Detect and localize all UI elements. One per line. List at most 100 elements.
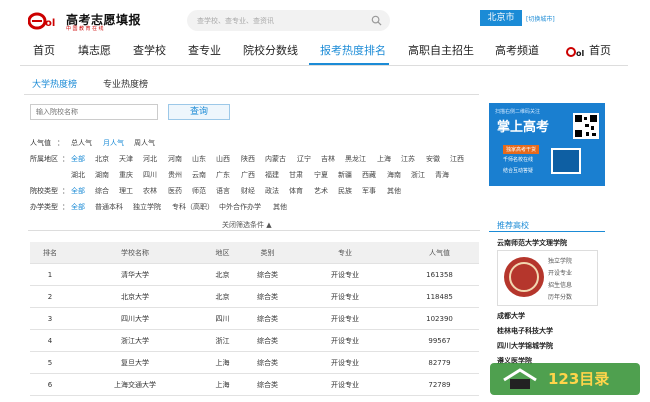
filter-option[interactable]: 重庆 bbox=[119, 170, 133, 180]
nav-gaokao-channel[interactable]: 高考频道 bbox=[495, 42, 539, 58]
filter-option[interactable]: 湖北 bbox=[71, 170, 85, 180]
filter-option[interactable]: 综合 bbox=[95, 186, 109, 196]
filter-option[interactable]: 西藏 bbox=[362, 170, 376, 180]
filter-option[interactable]: 河南 bbox=[168, 154, 182, 164]
nav-score-line[interactable]: 院校分数线 bbox=[243, 42, 298, 58]
nav-fill-application[interactable]: 填志愿 bbox=[78, 42, 111, 58]
filter-option[interactable]: 广东 bbox=[216, 170, 230, 180]
filter-option[interactable]: 陕西 bbox=[241, 154, 255, 164]
filter-option[interactable]: 宁夏 bbox=[314, 170, 328, 180]
filter-option[interactable]: 江苏 bbox=[401, 154, 415, 164]
nav-eol-home[interactable]: 首页 bbox=[589, 42, 611, 58]
filter-option[interactable]: 理工 bbox=[119, 186, 133, 196]
majors-link[interactable]: 开设专业 bbox=[290, 330, 400, 352]
majors-link[interactable]: 开设专业 bbox=[290, 352, 400, 374]
recommend-link[interactable]: 招生信息 bbox=[548, 280, 572, 289]
eol-logo-icon[interactable]: ol bbox=[566, 46, 588, 58]
filter-option[interactable]: 广西 bbox=[241, 170, 255, 180]
filter-option[interactable]: 农林 bbox=[143, 186, 157, 196]
majors-link[interactable]: 开设专业 bbox=[290, 264, 400, 286]
filter-option[interactable]: 河北 bbox=[143, 154, 157, 164]
filter-option[interactable]: 全部 bbox=[71, 202, 85, 212]
school-name-link[interactable]: 浙江大学 bbox=[70, 330, 200, 352]
filter-option[interactable]: 天津 bbox=[119, 154, 133, 164]
filter-option[interactable]: 新疆 bbox=[338, 170, 352, 180]
school-name-link[interactable]: 四川大学 bbox=[70, 308, 200, 330]
recommend-school-link[interactable]: 桂林电子科技大学 bbox=[497, 326, 553, 336]
nav-vocational-admission[interactable]: 高职自主招生 bbox=[408, 42, 474, 58]
recommend-link[interactable]: 历年分数 bbox=[548, 292, 572, 301]
school-name-link[interactable]: 清华大学 bbox=[70, 264, 200, 286]
filter-option[interactable]: 云南 bbox=[192, 170, 206, 180]
school-name-field[interactable] bbox=[30, 104, 158, 120]
school-seal-icon[interactable] bbox=[504, 257, 544, 297]
filter-option[interactable]: 吉林 bbox=[321, 154, 335, 164]
filter-option[interactable]: 普通本科 bbox=[95, 202, 123, 212]
filter-option[interactable]: 语言 bbox=[216, 186, 230, 196]
nav-search-major[interactable]: 查专业 bbox=[188, 42, 221, 58]
tab-major-ranking[interactable]: 专业热度榜 bbox=[103, 77, 148, 90]
filter-option[interactable]: 内蒙古 bbox=[265, 154, 286, 164]
filter-option[interactable]: 江西 bbox=[450, 154, 464, 164]
school-name-input[interactable] bbox=[31, 105, 157, 119]
filter-option[interactable]: 总人气 bbox=[71, 138, 92, 148]
query-button[interactable]: 查询 bbox=[168, 104, 230, 120]
close-filter-toggle[interactable]: 关闭筛选条件 ▲ bbox=[222, 220, 272, 230]
filter-option[interactable]: 其他 bbox=[273, 202, 287, 212]
filter-option[interactable]: 辽宁 bbox=[297, 154, 311, 164]
app-ad-banner[interactable]: 扫描右侧二维码关注 掌上高考 独家高考干货 千师名校在线 结合互动答疑 bbox=[489, 103, 605, 186]
filter-option[interactable]: 福建 bbox=[265, 170, 279, 180]
filter-option[interactable]: 湖南 bbox=[95, 170, 109, 180]
school-name-link[interactable]: 北京大学 bbox=[70, 286, 200, 308]
majors-link[interactable]: 开设专业 bbox=[290, 374, 400, 396]
filter-option[interactable]: 周人气 bbox=[134, 138, 155, 148]
filter-option[interactable]: 政法 bbox=[265, 186, 279, 196]
filter-option[interactable]: 青海 bbox=[435, 170, 449, 180]
filter-option[interactable]: 海南 bbox=[387, 170, 401, 180]
filter-option[interactable]: 全部 bbox=[71, 186, 85, 196]
filter-option[interactable]: 其他 bbox=[387, 186, 401, 196]
filter-option[interactable]: 民族 bbox=[338, 186, 352, 196]
switch-city-link[interactable]: [切换城市] bbox=[526, 14, 555, 23]
school-name-link[interactable]: 复旦大学 bbox=[70, 352, 200, 374]
filter-option[interactable]: 师范 bbox=[192, 186, 206, 196]
majors-link[interactable]: 开设专业 bbox=[290, 286, 400, 308]
nav-search-school[interactable]: 查学校 bbox=[133, 42, 166, 58]
filter-option[interactable]: 专科（高职） bbox=[172, 202, 214, 212]
city-button[interactable]: 北京市 bbox=[480, 10, 522, 26]
recommend-school-link[interactable]: 成都大学 bbox=[497, 311, 525, 321]
filter-option[interactable]: 月人气 bbox=[103, 138, 124, 148]
filter-option[interactable]: 浙江 bbox=[411, 170, 425, 180]
filter-option[interactable]: 全部 bbox=[71, 154, 85, 164]
recommend-divider bbox=[489, 231, 605, 232]
filter-option[interactable]: 财经 bbox=[241, 186, 255, 196]
school-name-link[interactable]: 上海交通大学 bbox=[70, 374, 200, 396]
recommend-school-link[interactable]: 四川大学锦城学院 bbox=[497, 341, 553, 351]
search-input[interactable]: 查学校、查专业、查资讯 bbox=[187, 10, 390, 31]
recommend-link[interactable]: 独立学院 bbox=[548, 256, 572, 265]
filter-option[interactable]: 中外合作办学 bbox=[219, 202, 261, 212]
filter-option[interactable]: 独立学院 bbox=[133, 202, 161, 212]
tab-university-ranking[interactable]: 大学热度榜 bbox=[32, 77, 77, 90]
recommend-link[interactable]: 开设专业 bbox=[548, 268, 572, 277]
filter-option[interactable]: 贵州 bbox=[168, 170, 182, 180]
majors-link[interactable]: 开设专业 bbox=[290, 308, 400, 330]
nav-popularity-ranking[interactable]: 报考热度排名 bbox=[320, 42, 386, 58]
filter-option[interactable]: 黑龙江 bbox=[345, 154, 366, 164]
filter-option[interactable]: 山西 bbox=[216, 154, 230, 164]
filter-option[interactable]: 四川 bbox=[143, 170, 157, 180]
filter-option[interactable]: 安徽 bbox=[426, 154, 440, 164]
filter-option[interactable]: 甘肃 bbox=[289, 170, 303, 180]
filter-option[interactable]: 体育 bbox=[289, 186, 303, 196]
filter-option[interactable]: 军事 bbox=[362, 186, 376, 196]
eol-logo-icon[interactable]: ol bbox=[28, 12, 64, 30]
filter-option[interactable]: 艺术 bbox=[314, 186, 328, 196]
rank-cell: 6 bbox=[47, 381, 53, 389]
nav-home[interactable]: 首页 bbox=[33, 42, 55, 58]
recommend-school-link[interactable]: 云南师范大学文理学院 bbox=[497, 238, 567, 248]
filter-option[interactable]: 上海 bbox=[377, 154, 391, 164]
filter-option[interactable]: 医药 bbox=[168, 186, 182, 196]
filter-option[interactable]: 北京 bbox=[95, 154, 109, 164]
filter-option[interactable]: 山东 bbox=[192, 154, 206, 164]
search-icon[interactable] bbox=[371, 15, 382, 26]
